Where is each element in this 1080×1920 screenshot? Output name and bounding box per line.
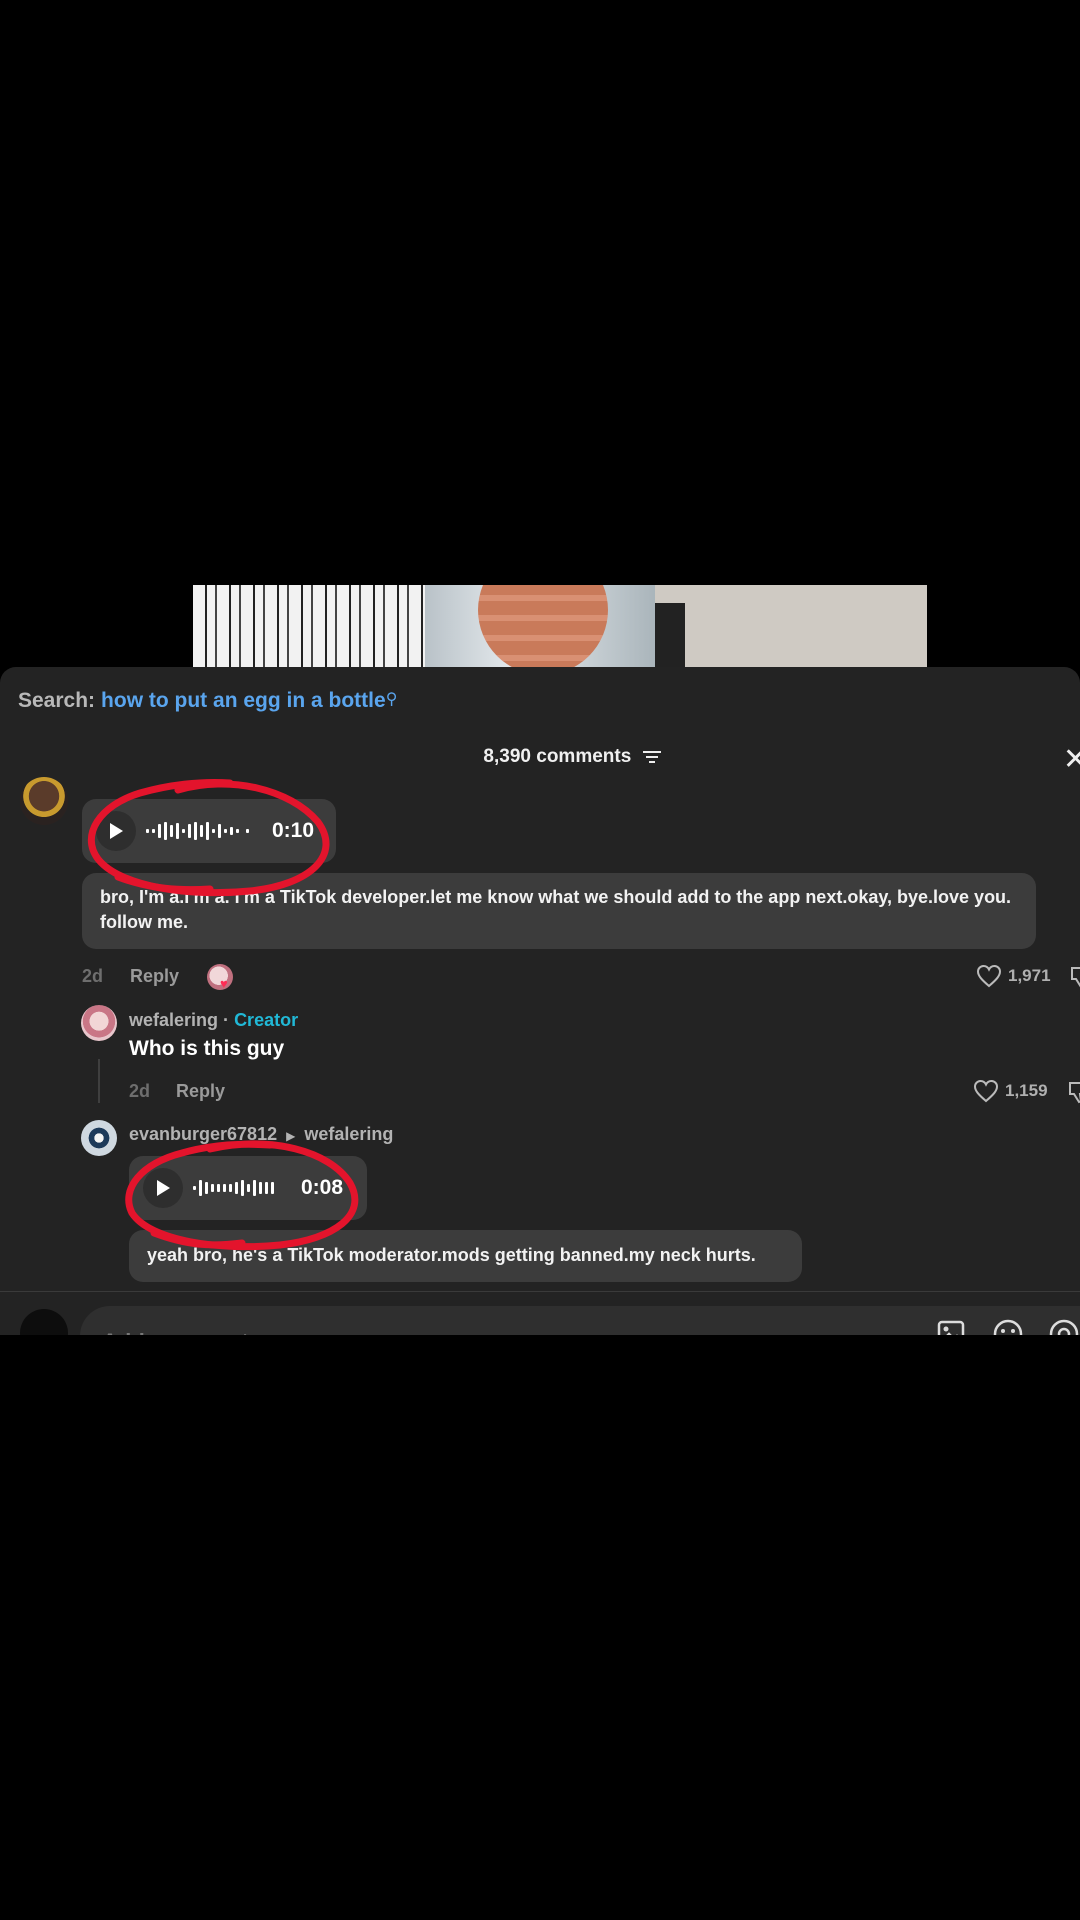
voice-transcript: bro, I'm a.I'm a. I'm a TikTok developer…	[82, 873, 1036, 949]
video-wall	[655, 585, 927, 667]
voice-duration: 0:10	[272, 819, 315, 842]
reply-to-username[interactable]: wefalering	[304, 1124, 393, 1144]
waveform-icon	[193, 1180, 274, 1196]
voice-duration: 0:08	[301, 1176, 344, 1199]
avatar[interactable]	[20, 777, 68, 825]
comments-header: 8,390 comments	[0, 746, 1080, 768]
video-curtain	[193, 585, 433, 667]
comments-count: 8,390 comments	[483, 746, 632, 767]
search-suggestion[interactable]: Search: how to put an egg in a bottle⚲	[18, 689, 397, 713]
like-button[interactable]: 1,159	[973, 1079, 1048, 1103]
thread-line	[98, 1059, 100, 1103]
voice-transcript: yeah bro, he's a TikTok moderator.mods g…	[129, 1230, 802, 1282]
current-user-avatar	[20, 1309, 68, 1335]
avatar[interactable]	[81, 1120, 117, 1156]
dislike-icon[interactable]	[1068, 1080, 1080, 1104]
reply-arrow-icon: ▶	[286, 1129, 296, 1143]
comment-time: 2d	[129, 1081, 151, 1101]
like-button[interactable]: 1,971	[976, 964, 1051, 988]
play-icon[interactable]	[96, 811, 136, 851]
creator-badge: Creator	[234, 1010, 299, 1030]
comment-text: Who is this guy	[129, 1037, 285, 1060]
reply-button[interactable]: Reply	[130, 966, 179, 987]
comments-sheet: Search: how to put an egg in a bottle⚲ 8,…	[0, 667, 1080, 1335]
waveform-icon	[146, 822, 249, 840]
sort-icon[interactable]	[642, 750, 661, 764]
mention-icon[interactable]	[1048, 1318, 1080, 1335]
voice-comment-player[interactable]: 0:10	[82, 799, 336, 863]
reply-button[interactable]: Reply	[176, 1081, 225, 1102]
reply-header: evanburger67812 ▶ wefalering	[129, 1124, 393, 1145]
like-count: 1,159	[1005, 1081, 1048, 1100]
divider	[0, 1291, 1080, 1292]
screen: Search: how to put an egg in a bottle⚲ 8,…	[0, 0, 1080, 1920]
search-label: Search:	[18, 689, 96, 712]
reply-header: wefalering · Creator	[129, 1010, 298, 1031]
play-icon[interactable]	[143, 1168, 183, 1208]
search-icon: ⚲	[385, 691, 398, 708]
heart-icon	[973, 1079, 999, 1103]
search-query-link[interactable]: how to put an egg in a bottle	[101, 689, 386, 712]
heart-icon	[976, 964, 1002, 988]
close-icon[interactable]: ✕	[1063, 745, 1080, 775]
username[interactable]: evanburger67812	[129, 1124, 277, 1144]
separator: ·	[223, 1010, 230, 1030]
image-icon[interactable]	[936, 1318, 966, 1335]
comment-input[interactable]	[80, 1306, 1080, 1335]
video-egg	[478, 585, 608, 667]
username[interactable]: wefalering	[129, 1010, 218, 1030]
creator-liked-heart-icon: ♥	[220, 976, 228, 991]
dislike-icon[interactable]	[1070, 965, 1080, 989]
emoji-icon[interactable]	[992, 1318, 1024, 1335]
video-thumbnail[interactable]	[193, 585, 927, 667]
video-shadow	[655, 603, 685, 667]
avatar[interactable]	[81, 1005, 117, 1041]
comment-time: 2d	[82, 966, 104, 986]
voice-comment-player[interactable]: 0:08	[129, 1156, 367, 1220]
like-count: 1,971	[1008, 966, 1051, 985]
